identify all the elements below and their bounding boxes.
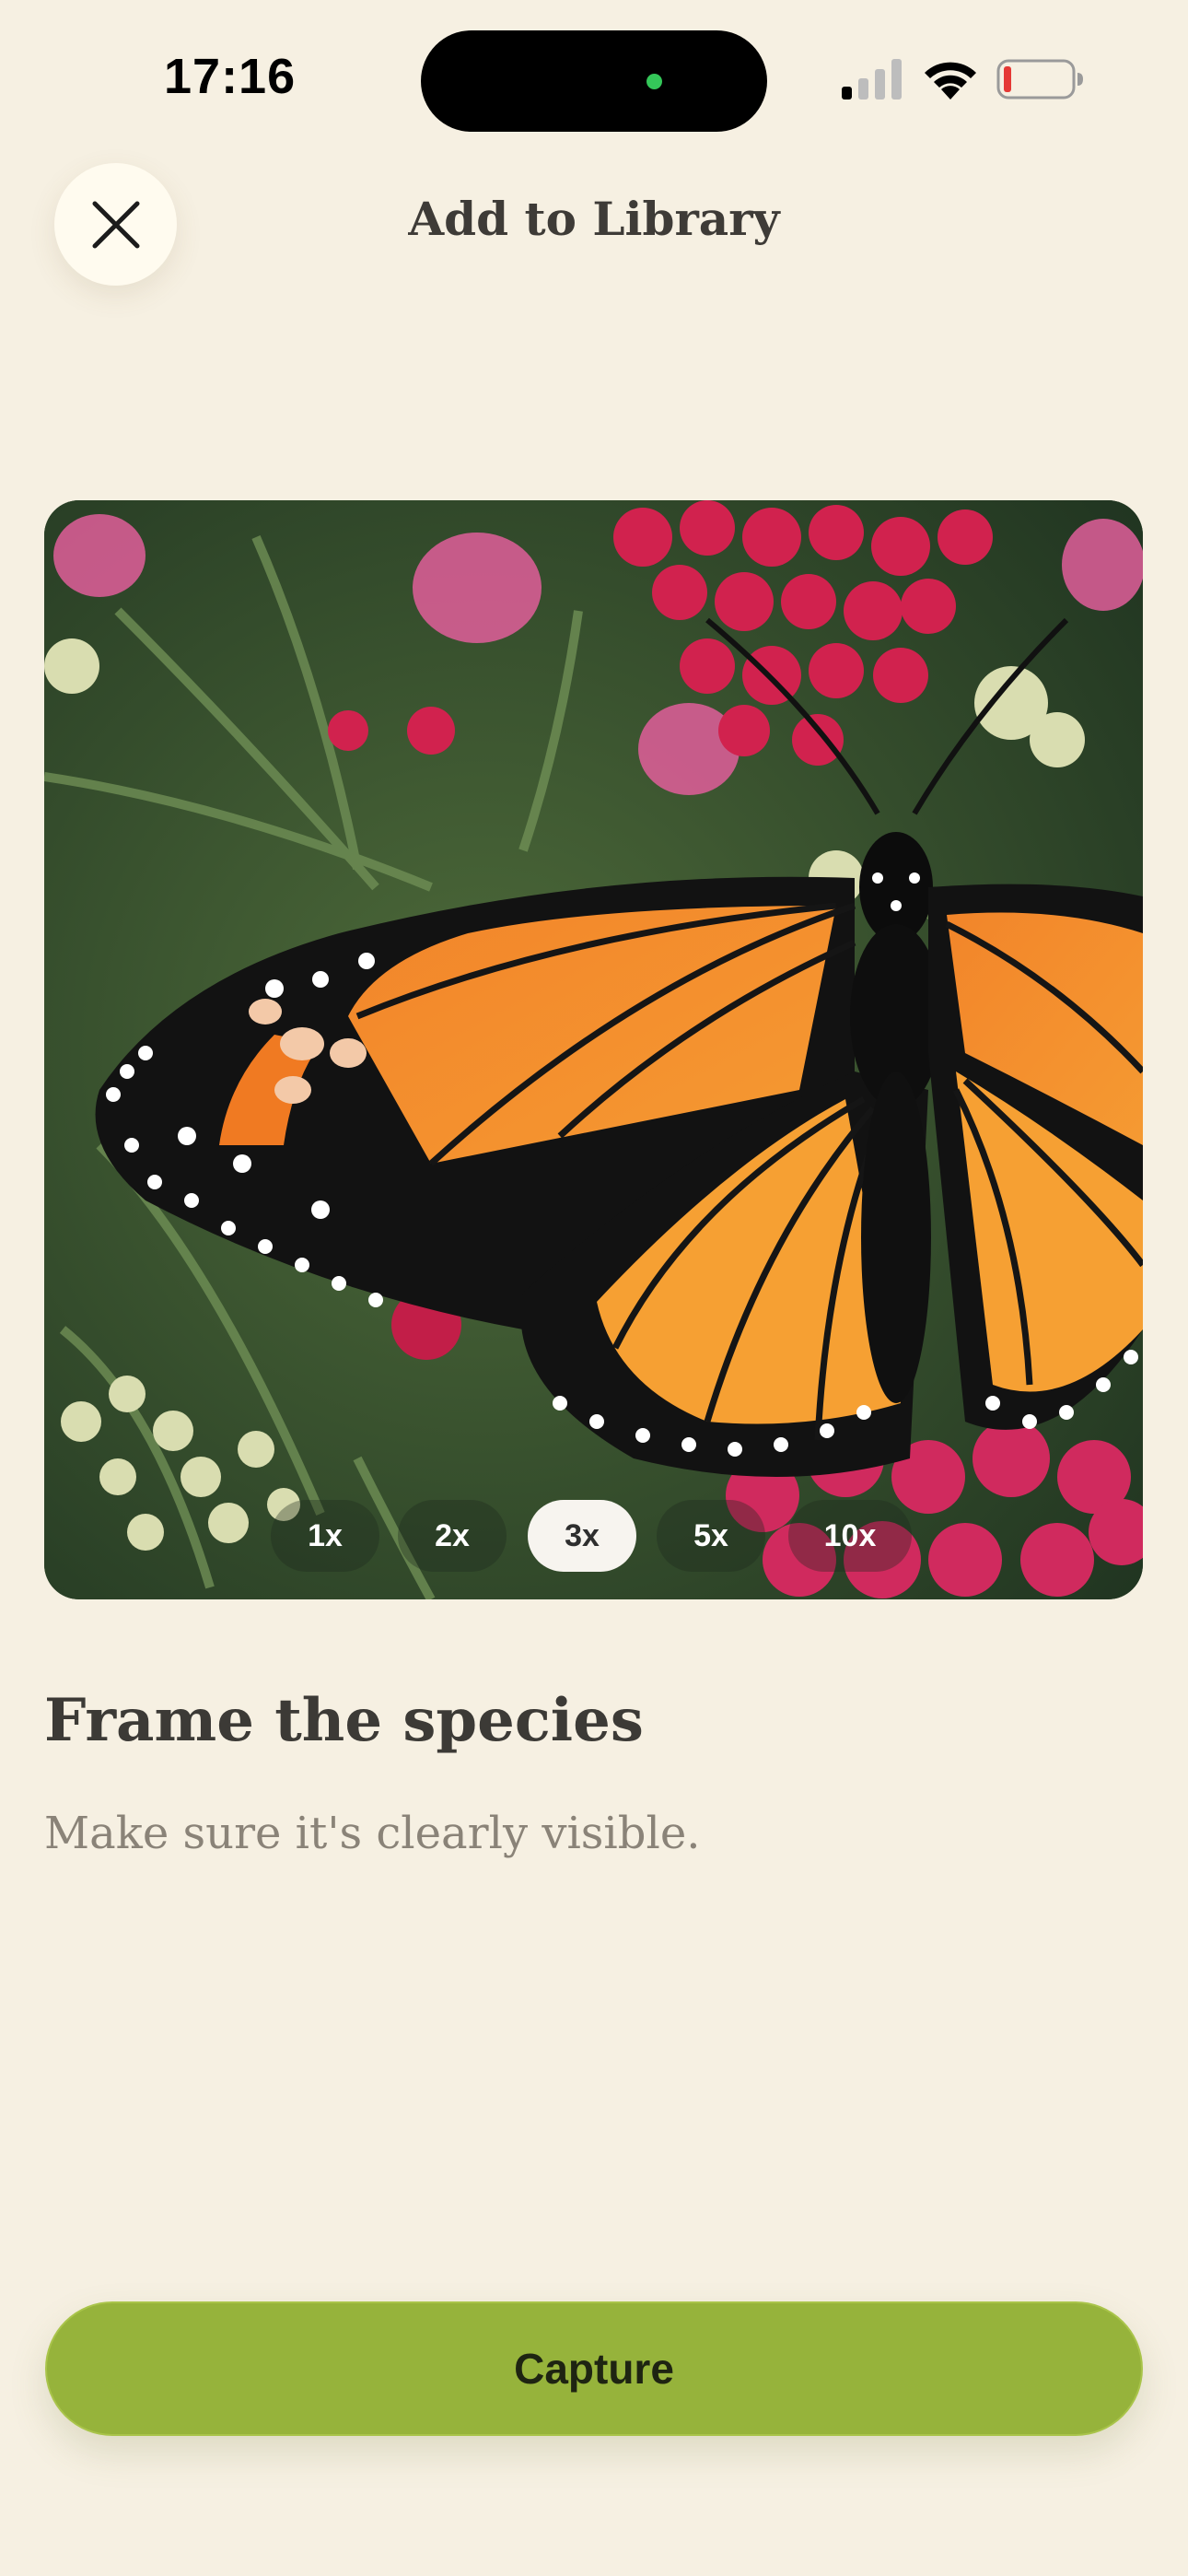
zoom-option-2x[interactable]: 2x [398,1500,507,1572]
capture-button-label: Capture [514,2345,674,2393]
capture-button[interactable]: Capture [45,2301,1143,2436]
instruction-title: Frame the species [44,1686,644,1755]
zoom-option-1x[interactable]: 1x [271,1500,379,1572]
camera-in-use-indicator [646,74,662,89]
instruction-subtitle: Make sure it's clearly visible. [44,1808,701,1859]
page-title: Add to Library [408,192,780,246]
dynamic-island [421,30,767,132]
zoom-selector: 1x 2x 3x 5x 10x [0,1500,1188,1572]
battery-low-icon [996,59,1083,100]
wifi-icon [925,62,976,100]
zoom-option-10x[interactable]: 10x [788,1500,912,1572]
camera-viewfinder-image [44,500,1143,1599]
zoom-option-5x[interactable]: 5x [657,1500,765,1572]
status-time: 17:16 [164,49,297,104]
zoom-option-3x-selected[interactable]: 3x [528,1500,636,1572]
camera-preview[interactable] [44,500,1143,1599]
cellular-signal-icon [842,59,902,100]
